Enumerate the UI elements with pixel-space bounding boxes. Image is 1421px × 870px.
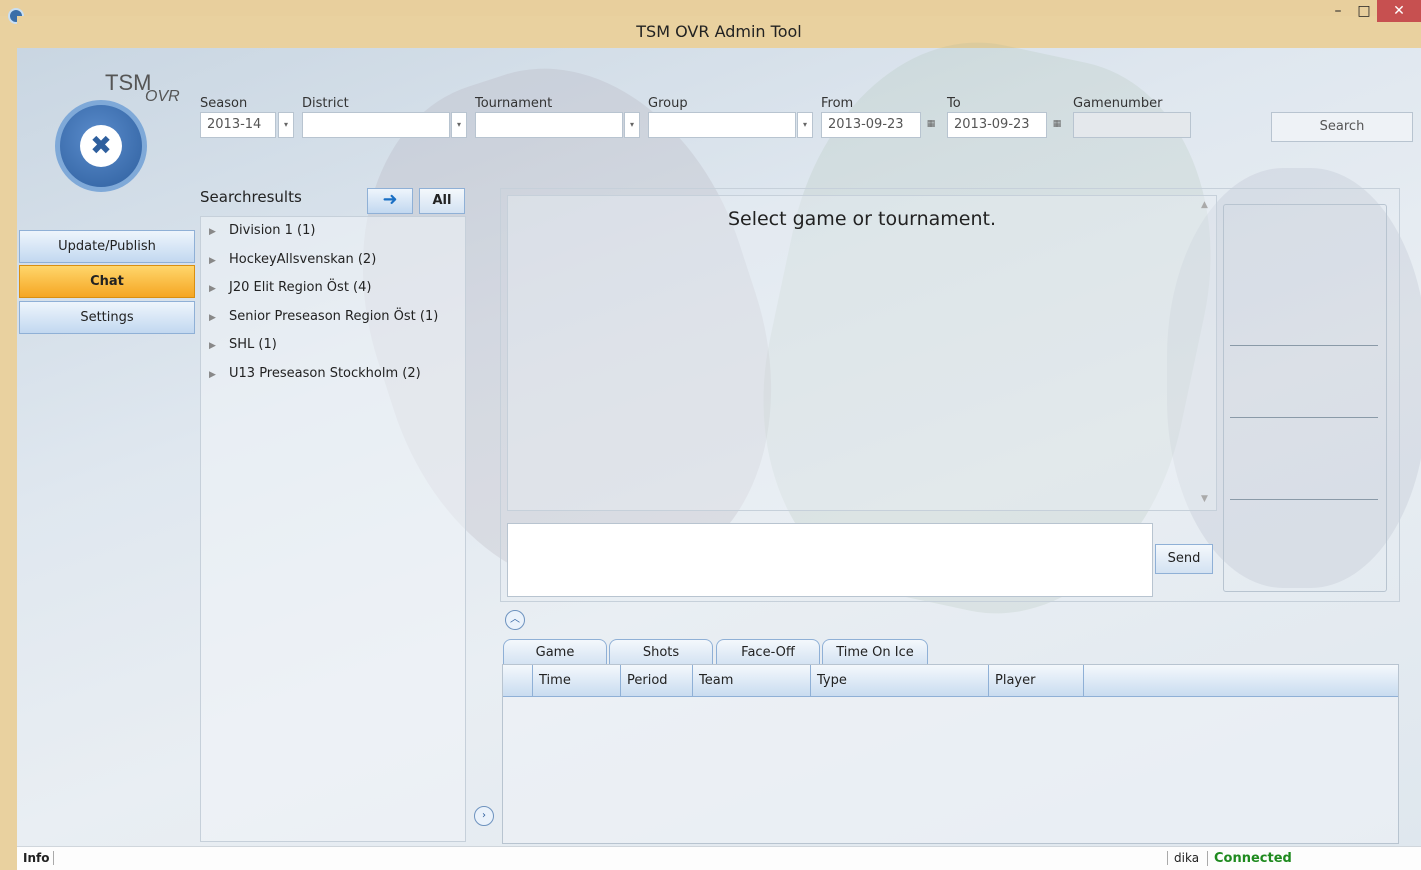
main-client-area: TSM OVR ✖ Season 2013-14 ▾ District ▾ To…	[17, 10, 1421, 846]
divider	[1230, 499, 1378, 500]
logo-icon: ✖	[55, 100, 147, 192]
scroll-down-icon[interactable]: ▼	[1201, 494, 1208, 504]
tab-game[interactable]: Game	[503, 639, 607, 665]
grid-header: Time Period Team Type Player	[503, 665, 1398, 697]
status-connection: Connected	[1207, 851, 1292, 866]
column-team[interactable]: Team	[693, 665, 811, 696]
divider	[1230, 417, 1378, 418]
nav-update-publish[interactable]: Update/Publish	[19, 230, 195, 263]
status-bar: Info dika Connected	[17, 846, 1421, 870]
column-time[interactable]: Time	[533, 665, 621, 696]
tree-item[interactable]: ▶ Division 1 (1)	[209, 223, 315, 238]
send-button[interactable]: Send	[1155, 544, 1213, 574]
status-info: Info	[23, 851, 55, 865]
side-info-panel	[1223, 204, 1387, 592]
expand-icon[interactable]: ▶	[209, 341, 223, 351]
tools-icon: ✖	[80, 125, 122, 167]
window-frame-left	[0, 16, 17, 870]
divider	[1230, 345, 1378, 346]
district-label: District	[302, 96, 349, 111]
collapse-panel-icon[interactable]: ︿	[505, 610, 525, 630]
to-calendar-icon[interactable]: ▦	[1049, 112, 1065, 138]
expand-icon[interactable]: ▶	[209, 227, 223, 237]
tree-item[interactable]: ▶ Senior Preseason Region Öst (1)	[209, 309, 438, 324]
to-label: To	[947, 96, 961, 111]
nav-chat[interactable]: Chat	[19, 265, 195, 298]
to-date-input[interactable]: 2013-09-23	[947, 112, 1047, 138]
chat-placeholder-message: Select game or tournament.	[727, 208, 997, 230]
chat-input[interactable]	[507, 523, 1153, 597]
tree-item[interactable]: ▶ U13 Preseason Stockholm (2)	[209, 366, 421, 381]
district-dropdown-icon[interactable]: ▾	[451, 112, 467, 138]
expand-panel-icon[interactable]: ›	[474, 806, 494, 826]
tree-item[interactable]: ▶ HockeyAllsvenskan (2)	[209, 252, 376, 267]
all-button[interactable]: All	[419, 188, 465, 214]
season-dropdown-icon[interactable]: ▾	[278, 112, 294, 138]
district-select[interactable]	[302, 112, 450, 138]
tab-shots[interactable]: Shots	[609, 639, 713, 665]
gamenumber-label: Gamenumber	[1073, 96, 1163, 111]
tournament-select[interactable]	[475, 112, 623, 138]
minimize-button[interactable]: –	[1325, 0, 1351, 22]
season-select[interactable]: 2013-14	[200, 112, 276, 138]
column-type[interactable]: Type	[811, 665, 989, 696]
window-title: TSM OVR Admin Tool	[636, 22, 802, 41]
group-select[interactable]	[648, 112, 796, 138]
tab-time-on-ice[interactable]: Time On Ice	[822, 639, 928, 665]
group-label: Group	[648, 96, 688, 111]
nav-settings[interactable]: Settings	[19, 301, 195, 334]
grid-select-column[interactable]	[503, 665, 533, 696]
title-bar-top	[0, 0, 1421, 16]
tree-item[interactable]: ▶ SHL (1)	[209, 337, 277, 352]
from-label: From	[821, 96, 854, 111]
tree-item[interactable]: ▶ J20 Elit Region Öst (4)	[209, 280, 371, 295]
expand-icon[interactable]: ▶	[209, 284, 223, 294]
logo-subtitle: OVR	[145, 88, 180, 105]
searchresults-title: Searchresults	[200, 188, 302, 206]
column-player[interactable]: Player	[989, 665, 1084, 696]
close-button[interactable]: ✕	[1377, 0, 1421, 22]
title-bar[interactable]: TSM OVR Admin Tool – □ ✕	[17, 0, 1421, 48]
column-period[interactable]: Period	[621, 665, 693, 696]
searchresults-tree: ▶ Division 1 (1) ▶ HockeyAllsvenskan (2) ▶…	[200, 216, 466, 842]
expand-icon[interactable]: ▶	[209, 370, 223, 380]
search-button[interactable]: Search	[1271, 112, 1413, 142]
expand-icon[interactable]: ▶	[209, 313, 223, 323]
arrow-right-icon[interactable]: ➜	[367, 188, 413, 214]
from-date-input[interactable]: 2013-09-23	[821, 112, 921, 138]
tournament-label: Tournament	[475, 96, 553, 111]
maximize-button[interactable]: □	[1351, 0, 1377, 22]
chat-messages: Select game or tournament.	[507, 195, 1217, 511]
scroll-up-icon[interactable]: ▲	[1201, 200, 1208, 210]
expand-icon[interactable]: ▶	[209, 256, 223, 266]
events-grid: Time Period Team Type Player	[502, 664, 1399, 844]
tab-face-off[interactable]: Face-Off	[716, 639, 820, 665]
season-label: Season	[200, 96, 248, 111]
group-dropdown-icon[interactable]: ▾	[797, 112, 813, 138]
from-calendar-icon[interactable]: ▦	[923, 112, 939, 138]
status-user: dika	[1167, 851, 1199, 865]
tournament-dropdown-icon[interactable]: ▾	[624, 112, 640, 138]
gamenumber-input[interactable]	[1073, 112, 1191, 138]
